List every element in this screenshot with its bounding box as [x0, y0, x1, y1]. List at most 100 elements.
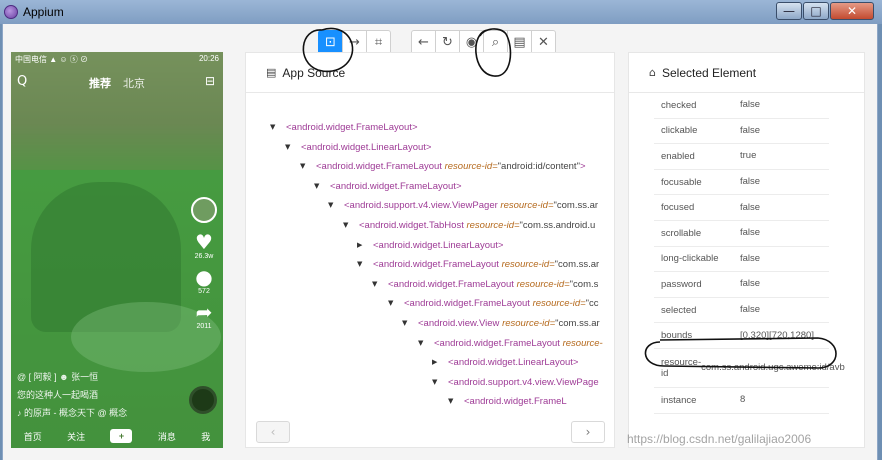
device-caption-user: @ [ 阿毅 ] ☻ 张一恒: [17, 372, 99, 382]
caret-down-icon[interactable]: ▼: [343, 221, 348, 229]
caret-down-icon[interactable]: ▼: [357, 260, 362, 268]
tree-node-attr: resource-id=: [502, 317, 556, 329]
device-music-disc-icon: [189, 386, 217, 414]
tree-node-tag: <android.widget.FrameL: [464, 396, 567, 408]
device-nav-plus: +: [110, 429, 133, 443]
tree-node[interactable]: ▼ <android.widget.FrameL: [246, 393, 606, 413]
tree-node[interactable]: ▼ <android.widget.FrameLayout resource-: [246, 335, 606, 355]
tree-node[interactable]: ▼ <android.widget.FrameLayout resource-id…: [246, 256, 606, 276]
device-screenshot[interactable]: 中国电信 ▲ ☺ ⓢ ⊘ 20:26 Q 推荐 北京 ⊟ ♥ 26.3w ● 5…: [11, 52, 223, 448]
attribute-row-long-clickable: long-clickable false: [654, 247, 829, 273]
attribute-value: false: [740, 227, 761, 239]
prev-page-button[interactable]: ‹: [256, 421, 290, 443]
attribute-key: long-clickable: [661, 253, 719, 265]
device-tab-city: 北京: [123, 78, 145, 90]
caret-right-icon[interactable]: ▶: [432, 358, 437, 366]
caret-down-icon[interactable]: ▼: [388, 299, 393, 307]
next-page-button[interactable]: ›: [571, 421, 605, 443]
tree-node[interactable]: ▼ <android.widget.LinearLayout>: [246, 139, 606, 159]
tree-node-attr: resource-id=: [532, 298, 586, 310]
device-status-bar: 中国电信 ▲ ☺ ⓢ ⊘ 20:26: [11, 52, 223, 66]
attribute-key: scrollable: [661, 227, 702, 239]
attribute-row-resource-id: resource-id com.ss.android.ugc.aweme:id/a…: [654, 349, 845, 388]
tree-node-attr: resource-id=: [516, 278, 570, 290]
tree-node[interactable]: ▼ <android.support.v4.view.ViewPager reso…: [246, 197, 606, 217]
tree-node-label: <android.widget.FrameL: [464, 396, 567, 407]
attribute-value: com.ss.android.ugc.aweme:id/avb: [701, 361, 845, 373]
close-window-button[interactable]: ✕: [830, 2, 874, 20]
caret-down-icon[interactable]: ▼: [285, 143, 290, 151]
tree-node[interactable]: ▼ <android.widget.FrameLayout resource-id…: [246, 295, 606, 315]
tree-node-label: <android.view.View resource-id="com.ss.a…: [418, 318, 600, 329]
status-carrier: 中国电信 ▲ ☺ ⓢ ⊘: [15, 55, 88, 64]
tree-node-label: <android.widget.LinearLayout>: [373, 240, 503, 251]
device-tab-recommend: 推荐: [89, 78, 111, 90]
device-nav-me: 我: [201, 431, 211, 442]
tree-node[interactable]: ▼ <android.widget.TabHost resource-id="co…: [246, 217, 606, 237]
attribute-key: instance: [661, 394, 697, 406]
window-controls: — □ ✕: [776, 2, 874, 20]
tag-icon: ⌂: [649, 66, 656, 79]
caret-down-icon[interactable]: ▼: [432, 378, 437, 386]
caret-down-icon[interactable]: ▼: [372, 280, 377, 288]
tree-node[interactable]: ▼ <android.widget.FrameLayout resource-id…: [246, 276, 606, 296]
caret-down-icon[interactable]: ▼: [270, 123, 275, 131]
device-nav-home: 首页: [23, 431, 42, 442]
attribute-row-clickable: clickable false: [654, 119, 829, 145]
tree-node[interactable]: ▼ <android.widget.FrameLayout>: [246, 178, 606, 198]
tree-node-val: "com.ss.ar: [555, 317, 600, 329]
attribute-key: bounds: [661, 330, 693, 342]
attribute-value: false: [740, 176, 761, 188]
attribute-row-scrollable: scrollable false: [654, 221, 829, 247]
attribute-row-password: password false: [654, 272, 829, 298]
tree-node-label: <android.support.v4.view.ViewPage: [448, 377, 599, 388]
tree-node-label: <android.widget.FrameLayout>: [286, 122, 418, 133]
attribute-key: checked: [661, 99, 697, 111]
tree-node[interactable]: ▶ <android.widget.LinearLayout>: [246, 354, 606, 374]
attribute-row-selected: selected false: [654, 298, 829, 324]
tree-node-tag: <android.widget.FrameLayout: [404, 298, 533, 310]
window-title: Appium: [23, 5, 64, 19]
tree-node-attr: resource-id=: [466, 219, 520, 231]
attribute-row-checked: checked false: [654, 93, 829, 119]
source-tree: ▼ <android.widget.FrameLayout> ▼ <android.w…: [246, 119, 606, 413]
tree-node[interactable]: ▼ <android.view.View resource-id="com.ss.…: [246, 315, 606, 335]
attribute-row-focused: focused false: [654, 195, 829, 221]
appium-logo-icon: [4, 5, 18, 19]
app-source-title: App Source: [282, 65, 346, 80]
tree-node-val: "com.s: [569, 278, 599, 290]
caret-down-icon[interactable]: ▼: [418, 339, 423, 347]
tree-node[interactable]: ▶ <android.widget.LinearLayout>: [246, 237, 606, 257]
tree-node-tag: <android.widget.LinearLayout>: [448, 357, 579, 369]
attribute-row-instance: instance 8: [654, 388, 829, 414]
tree-node-tag: <android.widget.FrameLayout>: [286, 122, 418, 133]
attribute-key: password: [661, 278, 702, 290]
tree-node-label: <android.widget.FrameLayout resource-id=…: [373, 259, 599, 270]
tree-node-tag: <android.widget.FrameLayout: [388, 278, 517, 290]
caret-right-icon[interactable]: ▶: [357, 241, 362, 249]
minimize-button[interactable]: —: [776, 2, 802, 20]
tree-node[interactable]: ▼ <android.widget.FrameLayout resource-id…: [246, 158, 606, 178]
device-search-icon: Q: [17, 74, 28, 89]
caret-down-icon[interactable]: ▼: [314, 182, 319, 190]
device-shares-count: 2011: [196, 323, 212, 330]
caret-down-icon[interactable]: ▼: [448, 397, 453, 405]
tree-node[interactable]: ▼ <android.support.v4.view.ViewPage: [246, 374, 606, 394]
attribute-key: enabled: [661, 150, 695, 162]
maximize-button[interactable]: □: [803, 2, 829, 20]
attribute-key: focusable: [661, 176, 702, 188]
device-caption-text: 您的这种人一起喝酒: [17, 390, 99, 400]
tree-node-attr: resource-id=: [501, 259, 555, 271]
caret-down-icon[interactable]: ▼: [328, 201, 333, 209]
tree-node[interactable]: ▼ <android.widget.FrameLayout>: [246, 119, 606, 139]
attribute-value: false: [740, 304, 761, 316]
tree-node-label: <android.widget.LinearLayout>: [301, 142, 431, 153]
attribute-value: 8: [740, 394, 746, 406]
caret-down-icon[interactable]: ▼: [402, 319, 407, 327]
app-source-panel: ▤ App Source ▼ <android.widget.FrameLayou…: [245, 52, 615, 448]
attribute-value: true: [740, 150, 757, 162]
tree-node-label: <android.widget.FrameLayout resource-id=…: [404, 298, 599, 309]
caret-down-icon[interactable]: ▼: [300, 162, 305, 170]
watermark: https://blog.csdn.net/galilajiao2006: [627, 432, 812, 446]
app-source-header: ▤ App Source: [246, 53, 614, 93]
